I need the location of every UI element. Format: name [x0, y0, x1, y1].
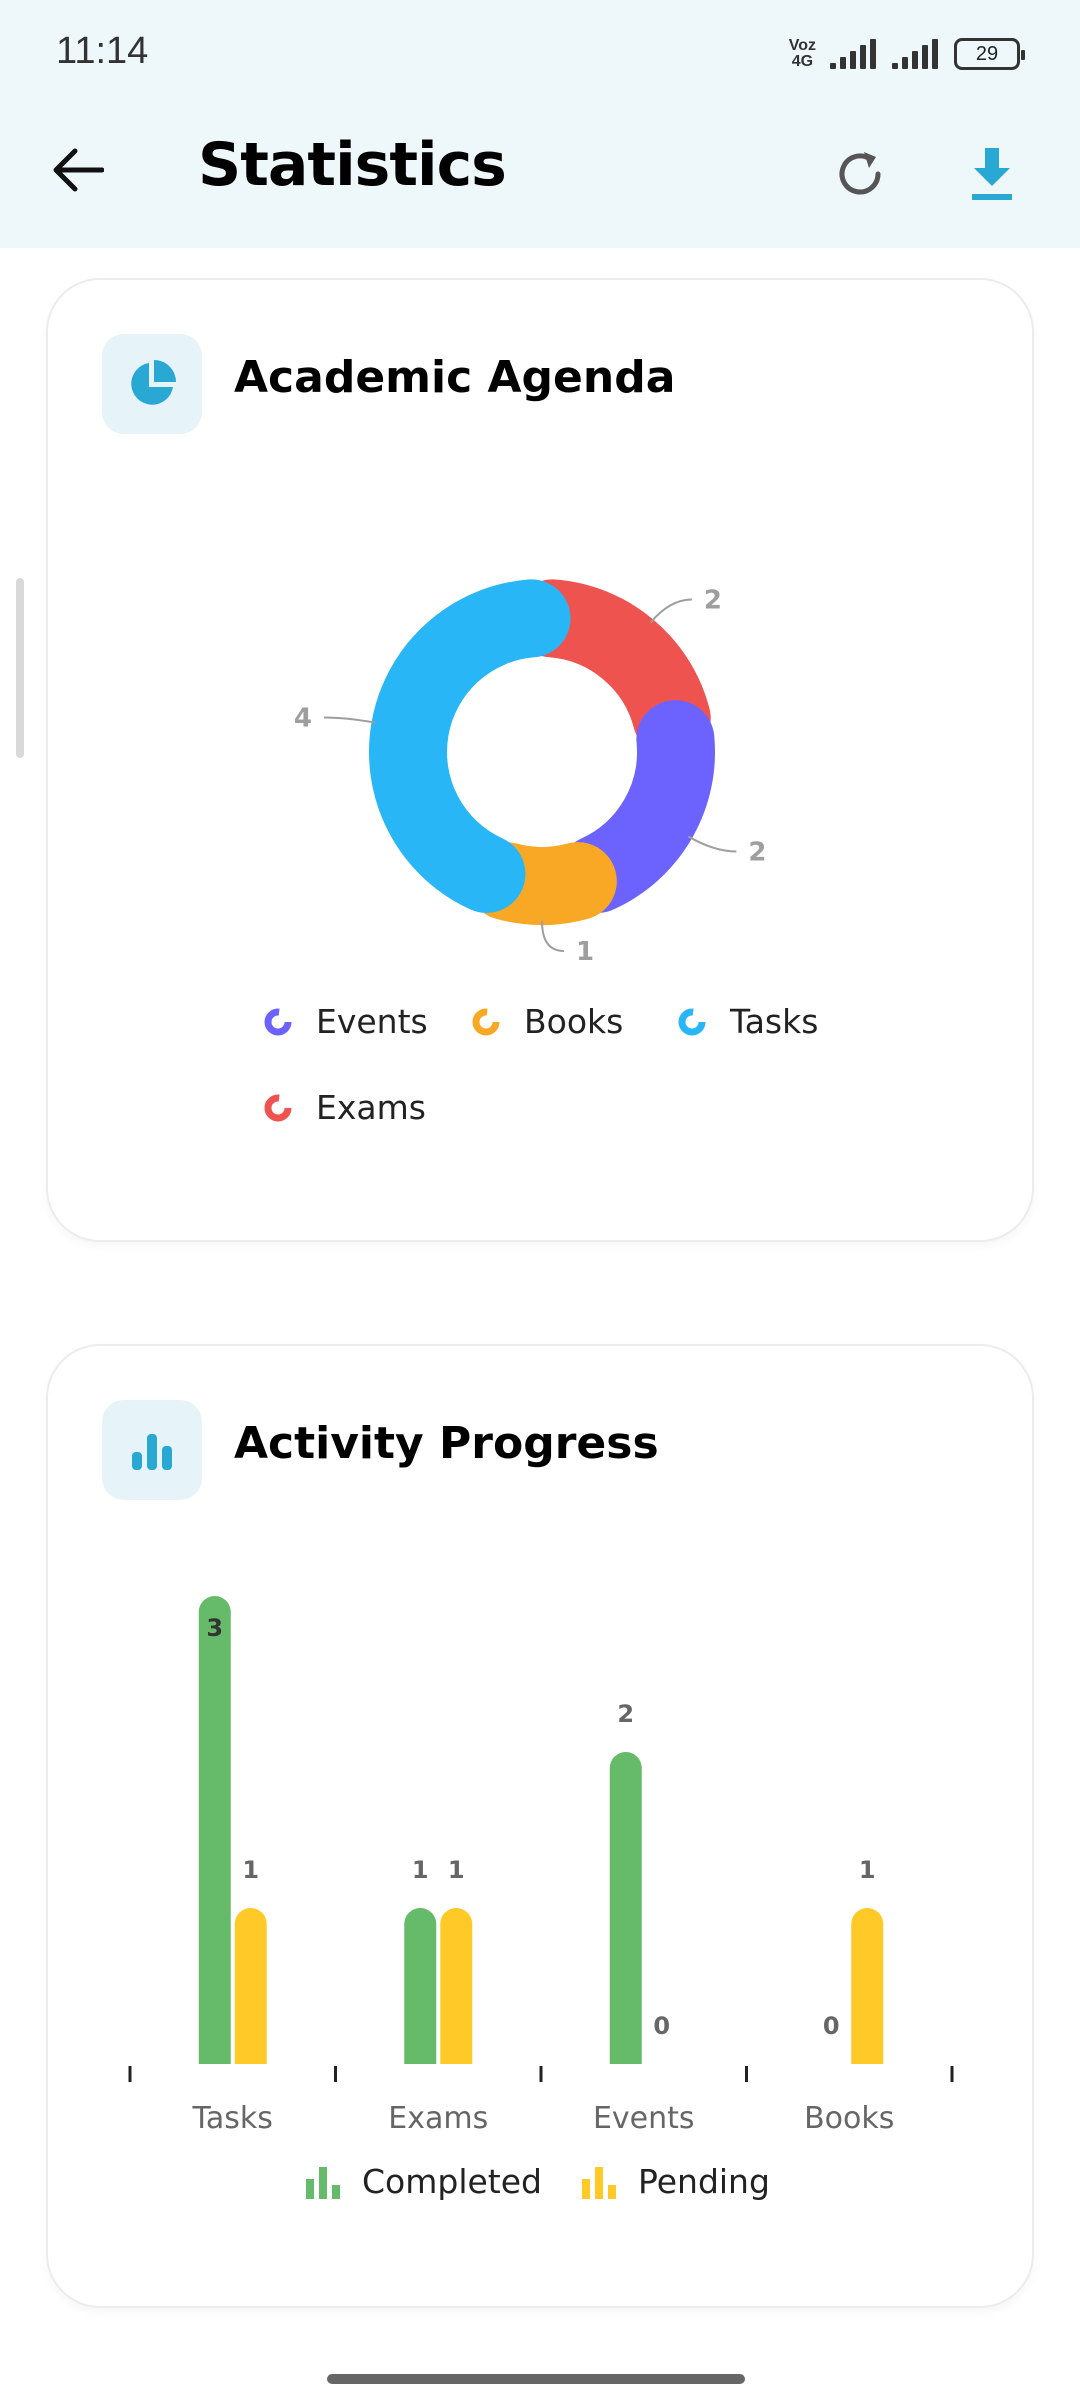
bar-pending-books[interactable] [851, 1908, 884, 2064]
signal-icon [830, 39, 876, 69]
agenda-legend-row: Exams [262, 1088, 426, 1127]
bar-value-label: 2 [617, 1700, 634, 1728]
bar-value-label: 1 [412, 1856, 429, 1884]
donut-legend-icon [678, 1008, 706, 1035]
legend-label: Exams [316, 1088, 426, 1127]
activity-legend-row: Completed Pending [306, 2162, 770, 2201]
donut-leader-line [541, 920, 565, 952]
home-indicator[interactable] [327, 2374, 745, 2384]
bar-value-label: 1 [448, 1856, 465, 1884]
legend-item-exams[interactable]: Exams [262, 1088, 426, 1127]
x-axis-label: Exams [388, 2101, 488, 2136]
bar-value-label: 1 [859, 1856, 876, 1884]
page-title: Statistics [198, 130, 507, 200]
donut-value-label: 1 [576, 937, 594, 967]
x-axis-label: Events [593, 2101, 695, 2136]
network-label-top: Voz [788, 37, 816, 54]
legend-label: Pending [638, 2162, 770, 2201]
arrow-left-icon [53, 148, 104, 192]
bar-value-label: 0 [823, 2012, 840, 2040]
donut-legend-icon [264, 1094, 292, 1121]
donut-slice-exams[interactable] [513, 579, 711, 758]
status-bar: 11:14 Voz 4G 29 [0, 0, 1080, 108]
donut-value-label: 2 [704, 586, 722, 616]
bar-value-label: 3 [206, 1614, 223, 1642]
bar-value-label: 0 [653, 2012, 670, 2040]
donut-chart: 2 2 1 4 [294, 579, 766, 967]
legend-label: Books [524, 1002, 624, 1041]
bar-value-label: 1 [242, 1856, 259, 1884]
donut-legend-icon [472, 1008, 500, 1035]
bar-pending-exams[interactable] [440, 1908, 473, 2064]
refresh-button[interactable] [828, 142, 892, 206]
legend-label: Events [316, 1002, 428, 1041]
status-icons: Voz 4G 29 [789, 32, 1025, 76]
battery-level: 29 [975, 42, 999, 65]
status-time: 11:14 [56, 30, 149, 72]
donut-leader-line [324, 716, 376, 724]
legend-item-books[interactable]: Books [470, 1002, 676, 1041]
donut-leader-line [649, 598, 692, 624]
activity-progress-card: Activity Progress 3 1 Tasks 1 1 Exams 2 0 Events… [46, 1344, 1034, 2308]
legend-item-tasks[interactable]: Tasks [676, 1002, 818, 1041]
scrollbar[interactable] [16, 578, 24, 758]
donut-leader-line [687, 835, 737, 853]
network-type: Voz 4G [789, 38, 816, 70]
signal-icon [892, 39, 938, 69]
donut-value-label: 2 [748, 838, 766, 868]
bar-completed-events[interactable] [609, 1752, 642, 2064]
donut-slice-events[interactable] [558, 700, 715, 913]
legend-item-events[interactable]: Events [262, 1002, 470, 1041]
agenda-legend-row: Events Books Tasks [262, 1002, 818, 1041]
x-axis-label: Books [804, 2101, 894, 2136]
bar-pending-tasks[interactable] [234, 1908, 267, 2064]
legend-item-pending[interactable]: Pending [582, 2162, 770, 2201]
bar-legend-icon [306, 2166, 340, 2199]
donut-legend-icon [264, 1008, 292, 1035]
legend-item-completed[interactable]: Completed [306, 2162, 582, 2201]
academic-agenda-card: Academic Agenda 2214 Events Books Tasks [46, 278, 1034, 1242]
back-button[interactable] [46, 138, 110, 202]
bar-completed-tasks[interactable] [198, 1596, 231, 2064]
battery-icon: 29 [954, 38, 1025, 70]
refresh-icon [839, 152, 881, 195]
bar-completed-exams[interactable] [404, 1908, 437, 2064]
legend-label: Tasks [730, 1002, 819, 1041]
donut-slice-tasks[interactable] [369, 579, 571, 913]
app-bar: Statistics [0, 108, 1080, 248]
donut-value-label: 4 [294, 703, 312, 733]
x-axis-label: Tasks [192, 2101, 273, 2136]
bar-legend-icon [582, 2166, 616, 2199]
download-icon [972, 148, 1012, 200]
legend-label: Completed [362, 2162, 542, 2201]
download-button[interactable] [960, 142, 1024, 206]
network-label-bottom: 4G [791, 53, 814, 70]
